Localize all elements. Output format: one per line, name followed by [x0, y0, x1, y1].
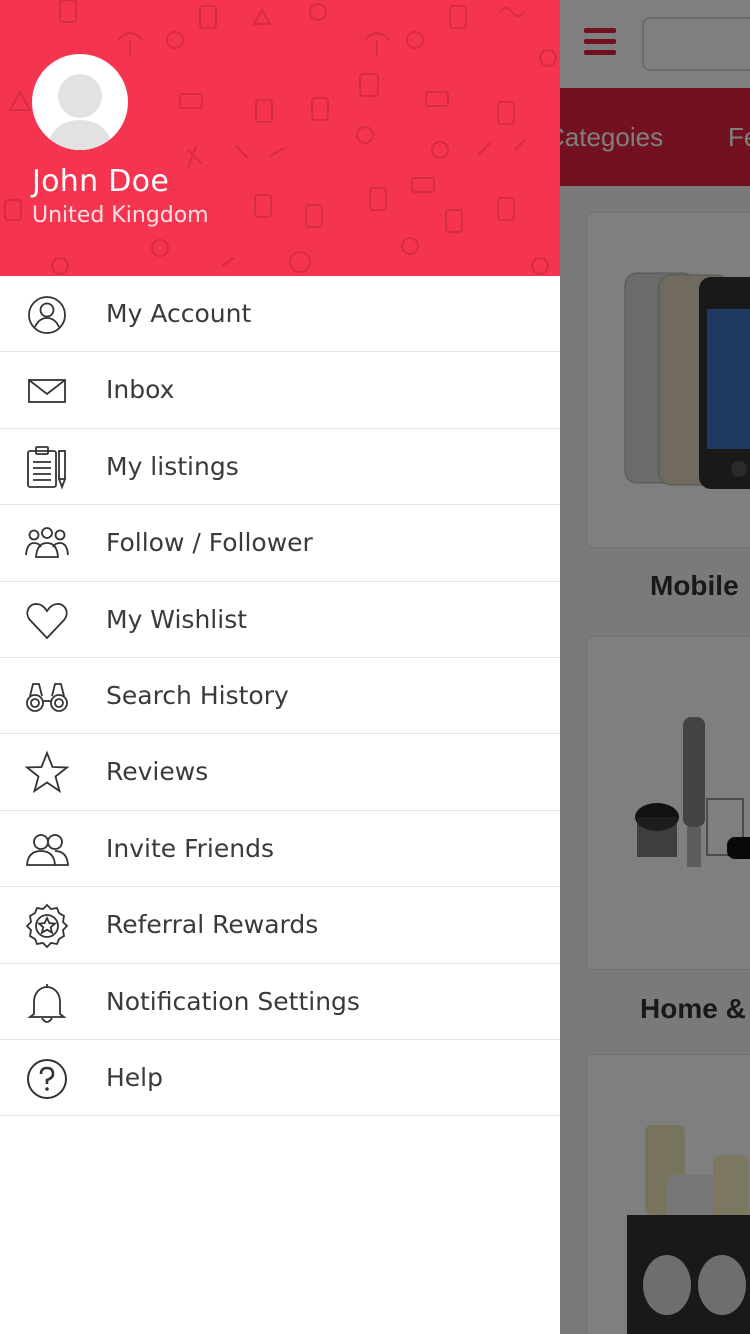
menu-item-help[interactable]: Help [0, 1040, 560, 1117]
menu-item-reviews[interactable]: Reviews [0, 734, 560, 811]
menu-item-my-wishlist[interactable]: My Wishlist [0, 582, 560, 658]
bell-icon [24, 980, 70, 1026]
drawer-menu: My Account Inbox My listings Follow / Fo… [0, 276, 560, 1117]
avatar[interactable] [32, 54, 128, 150]
user-name: John Doe [32, 164, 170, 199]
user-silhouette-icon [46, 74, 114, 150]
binoculars-icon [24, 674, 70, 720]
clipboard-list-icon [24, 445, 70, 491]
menu-item-label: Search History [106, 680, 289, 710]
menu-item-label: Follow / Follower [106, 528, 313, 558]
menu-item-label: My listings [106, 451, 239, 481]
menu-item-notification-settings[interactable]: Notification Settings [0, 964, 560, 1040]
menu-item-my-account[interactable]: My Account [0, 276, 560, 353]
menu-item-follow-follower[interactable]: Follow / Follower [0, 505, 560, 582]
menu-item-invite-friends[interactable]: Invite Friends [0, 811, 560, 888]
menu-item-label: My Wishlist [106, 604, 248, 634]
star-icon [24, 750, 70, 796]
user-country: United Kingdom [32, 203, 209, 228]
menu-item-label: Help [106, 1062, 163, 1092]
question-circle-icon [24, 1056, 70, 1102]
menu-item-label: My Account [106, 299, 252, 328]
menu-item-label: Notification Settings [106, 986, 360, 1016]
navigation-drawer: John Doe United Kingdom My Account Inbox [0, 0, 560, 1334]
profile-header: John Doe United Kingdom [0, 0, 560, 276]
heart-icon [24, 598, 70, 644]
envelope-icon [24, 368, 70, 414]
menu-item-label: Invite Friends [106, 833, 274, 863]
menu-item-my-listings[interactable]: My listings [0, 429, 560, 506]
group-icon [24, 521, 70, 567]
menu-item-label: Inbox [106, 375, 175, 405]
menu-item-label: Referral Rewards [106, 910, 319, 940]
menu-item-label: Reviews [106, 757, 209, 787]
badge-icon [24, 903, 70, 949]
users-icon [24, 827, 70, 873]
user-circle-icon [24, 292, 70, 338]
menu-item-search-history[interactable]: Search History [0, 658, 560, 735]
menu-item-inbox[interactable]: Inbox [0, 352, 560, 429]
menu-item-referral-rewards[interactable]: Referral Rewards [0, 887, 560, 964]
